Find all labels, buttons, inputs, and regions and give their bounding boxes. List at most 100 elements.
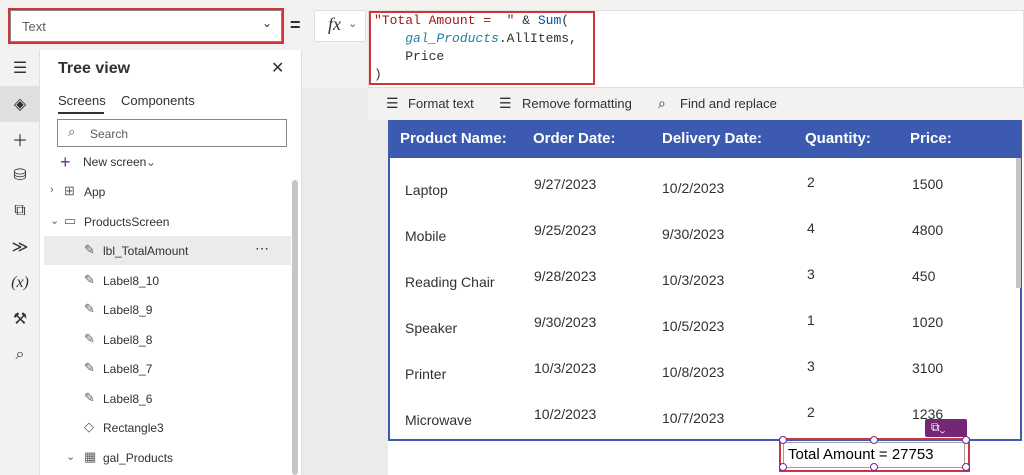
format-text-icon: ☰ (386, 95, 399, 111)
cell-order: 10/2/2023 (534, 406, 597, 422)
tree-item-label: gal_Products (103, 450, 174, 465)
new-screen-button[interactable]: New screen (83, 155, 146, 169)
label-icon: ✎ (84, 271, 95, 287)
left-rail: ☰ ◈ ＋ ⛁ ⧉ ≫ (x) ⚒ ⌕ (0, 50, 40, 475)
gal-products-gallery[interactable] (388, 158, 1022, 441)
tree-item-label: Label8_7 (103, 362, 153, 376)
close-icon[interactable]: ✕ (271, 58, 284, 78)
tree-item[interactable]: ✎ Label8_10 (44, 266, 291, 295)
format-text-button[interactable]: Format text (408, 96, 474, 111)
chevron-down-icon[interactable]: ⌄ (50, 214, 59, 227)
formula-highlight (369, 11, 595, 85)
cell-qty: 2 (807, 404, 815, 420)
tree-item-label: Label8_6 (103, 391, 153, 406)
label-icon: ✎ (84, 301, 95, 316)
gallery-scrollbar[interactable] (1016, 158, 1021, 288)
cell-price: 1500 (912, 176, 944, 192)
cell-qty: 2 (807, 174, 815, 190)
search-icon[interactable]: ⌕ (0, 337, 40, 373)
equals-sign: = (290, 15, 301, 35)
tab-components[interactable]: Components (121, 93, 195, 108)
tree-item-label: lbl_TotalAmount (103, 244, 189, 258)
variables-icon[interactable]: (x) (0, 265, 40, 301)
cell-order: 10/3/2023 (534, 360, 597, 376)
cell-name: Microwave (405, 412, 472, 428)
cell-price: 450 (912, 268, 936, 284)
cell-delivery: 10/5/2023 (662, 318, 725, 334)
tree-item-label: App (84, 185, 106, 199)
cell-order: 9/28/2023 (534, 268, 597, 284)
find-replace-button[interactable]: Find and replace (680, 96, 777, 111)
resize-handle[interactable] (779, 463, 787, 471)
tree-view-icon[interactable]: ◈ (0, 86, 40, 122)
cell-delivery: 10/3/2023 (662, 272, 725, 288)
resize-handle[interactable] (870, 436, 878, 444)
cell-delivery: 10/2/2023 (662, 180, 725, 196)
resize-handle[interactable] (779, 436, 787, 444)
resize-handle[interactable] (870, 463, 878, 471)
copilot-icon: ⧉⌄ (931, 420, 946, 434)
tree-item[interactable]: ✎ Label8_8 (44, 325, 291, 354)
cell-name: Printer (405, 366, 447, 382)
cell-delivery: 10/7/2023 (662, 410, 725, 426)
cell-price: 1020 (912, 314, 944, 330)
plus-icon[interactable]: + (60, 152, 71, 173)
remove-formatting-button[interactable]: Remove formatting (522, 96, 632, 111)
label-icon: ✎ (84, 389, 95, 405)
insert-icon[interactable]: ＋ (0, 121, 40, 157)
chevron-down-icon[interactable]: ⌄ (262, 16, 272, 30)
chevron-right-icon[interactable]: › (50, 184, 54, 196)
cell-qty: 3 (807, 358, 815, 374)
power-automate-icon[interactable]: ≫ (0, 229, 40, 265)
cell-qty: 4 (807, 220, 815, 236)
header-quantity: Quantity: (805, 130, 871, 147)
resize-handle[interactable] (962, 436, 970, 444)
tree-item[interactable]: ✎ Label8_6 (44, 384, 291, 413)
gallery-icon: ▦ (84, 448, 97, 464)
tree-item-label: Label8_9 (103, 303, 153, 317)
advanced-tools-icon[interactable]: ⚒ (0, 301, 40, 337)
property-dropdown-value: Text (22, 19, 46, 34)
search-icon: ⌕ (658, 95, 666, 111)
header-price: Price: (910, 130, 952, 147)
data-icon[interactable]: ⛁ (0, 157, 40, 193)
more-options-icon[interactable]: ⋯ (255, 240, 269, 257)
fx-icon: fx (328, 14, 341, 34)
cell-price: 3100 (912, 360, 944, 376)
tree-item[interactable]: ⌄ ▭ ProductsScreen (44, 207, 291, 236)
tree-scrollbar[interactable] (292, 180, 298, 475)
cell-qty: 1 (807, 312, 815, 328)
total-amount-text: Total Amount = 27753 (788, 446, 934, 463)
chevron-down-icon[interactable]: ⌄ (66, 450, 75, 463)
hamburger-menu-icon[interactable]: ☰ (0, 50, 40, 86)
cell-order: 9/30/2023 (534, 314, 597, 330)
label-icon: ✎ (84, 360, 95, 375)
cell-name: Mobile (405, 228, 447, 244)
cell-delivery: 10/8/2023 (662, 364, 725, 380)
property-dropdown-highlight (8, 8, 284, 44)
tree-view-title: Tree view (58, 60, 131, 77)
tree-item-label: Label8_8 (103, 332, 153, 347)
tree-item[interactable]: ✎ Label8_9 (44, 295, 291, 324)
chevron-down-icon[interactable]: ⌄ (146, 155, 156, 169)
active-tab-indicator (58, 112, 104, 114)
tab-screens[interactable]: Screens (58, 93, 106, 108)
media-icon[interactable]: ⧉ (0, 193, 40, 229)
tree-item[interactable]: ◇ Rectangle3 (44, 413, 291, 442)
cell-price: 4800 (912, 222, 944, 238)
chevron-down-icon[interactable]: ⌄ (348, 17, 357, 30)
tree-item[interactable]: ✎ Label8_7 (44, 354, 291, 383)
label-icon: ✎ (84, 330, 95, 346)
tree-item[interactable]: ⌄ ▦ gal_Products (44, 443, 291, 472)
tree-item-label: Label8_10 (103, 273, 160, 288)
tree-item[interactable]: › ⊞ App (44, 177, 291, 206)
search-icon: ⌕ (68, 124, 76, 139)
tree-item[interactable]: ✎ lbl_TotalAmount ⋯ (44, 236, 291, 265)
tree-item-label: Rectangle3 (103, 421, 164, 435)
cell-order: 9/25/2023 (534, 222, 597, 238)
cell-order: 9/27/2023 (534, 176, 597, 192)
cell-name: Laptop (405, 182, 448, 198)
resize-handle[interactable] (962, 463, 970, 471)
cell-name: Speaker (405, 320, 458, 336)
search-placeholder: Search (90, 127, 129, 141)
